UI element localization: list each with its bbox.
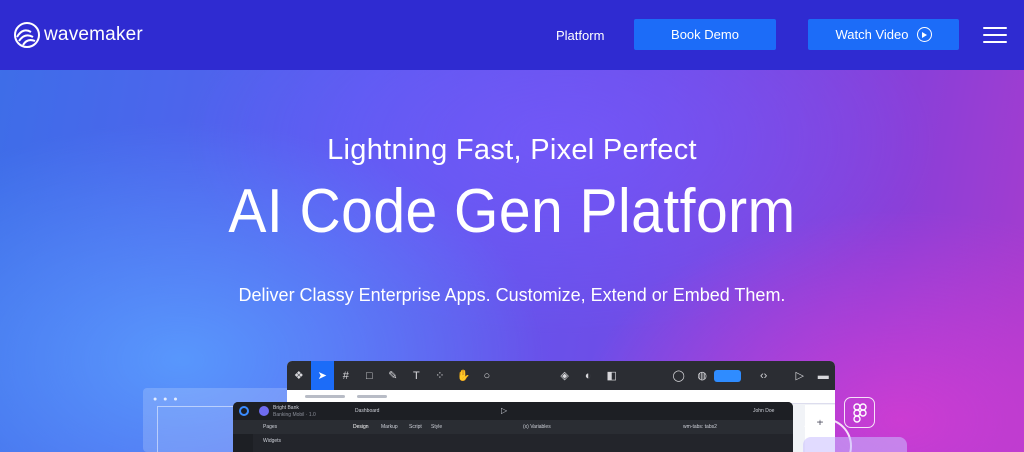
top-navbar: wavemaker Platform Book Demo Watch Video xyxy=(0,0,1024,70)
studio-editor-window: Bright Bank Banking Mobil · 1.0 Dashboar… xyxy=(233,402,793,452)
preview-icon[interactable]: ▷ xyxy=(501,406,507,415)
wavemaker-logo[interactable]: wavemaker xyxy=(12,20,143,50)
decorative-card xyxy=(803,437,907,452)
figma-icon xyxy=(844,397,875,428)
wavemaker-wave-icon xyxy=(14,22,40,48)
studio-tabs: Pages Design Markup Script Style (x) Var… xyxy=(233,420,793,434)
project-subtitle: Banking Mobil · 1.0 xyxy=(273,412,316,418)
play-circle-icon xyxy=(916,27,932,42)
nav-link-platform[interactable]: Platform xyxy=(556,28,604,43)
move-tool-icon[interactable]: ➤ xyxy=(310,361,335,390)
widget-path: wm-tabs: tabs2 xyxy=(683,424,717,430)
tab-markup[interactable]: Markup xyxy=(381,424,398,430)
hand-tool-icon[interactable]: ✋ xyxy=(452,361,476,390)
hero-description: Deliver Classy Enterprise Apps. Customiz… xyxy=(238,285,786,305)
zoom-control[interactable]: ▬ xyxy=(812,361,835,390)
tab-script[interactable]: Script xyxy=(409,424,422,430)
pen-tool-icon[interactable]: ✎ xyxy=(381,361,405,390)
frame-tool-icon[interactable]: # xyxy=(334,361,358,390)
book-demo-label: Book Demo xyxy=(671,27,739,42)
boolean-icon[interactable]: ◧ xyxy=(600,361,624,390)
figma-menu-icon[interactable]: ❖ xyxy=(287,361,311,390)
window-dots-icon: ● ● ● xyxy=(153,396,180,403)
tab-design[interactable]: Design xyxy=(353,424,369,430)
share-button[interactable] xyxy=(713,369,741,382)
globe-icon: ◍ xyxy=(697,370,707,382)
studio-logo-icon xyxy=(239,406,249,416)
book-demo-button[interactable]: Book Demo xyxy=(634,19,776,50)
watch-video-label: Watch Video xyxy=(835,27,909,42)
design-toolbar: ❖ ➤ # □ ✎ T ⁘ ✋ ○ ◈ ◐ ◧ ◯ ◍ ‹› ▷ ▬ xyxy=(287,361,835,390)
pages-label[interactable]: Pages xyxy=(263,424,277,430)
contrast-icon[interactable]: ◐ xyxy=(576,361,600,390)
logo-text: wavemaker xyxy=(44,24,143,45)
tab-style[interactable]: Style xyxy=(431,424,442,430)
page-selector[interactable]: Dashboard xyxy=(355,408,379,414)
rectangle-tool-icon[interactable]: □ xyxy=(358,361,382,390)
present-icon[interactable]: ▷ xyxy=(788,361,812,390)
hamburger-menu-icon[interactable] xyxy=(983,27,1007,43)
variables-button[interactable]: (x) Variables xyxy=(523,424,551,430)
studio-header: Bright Bank Banking Mobil · 1.0 Dashboar… xyxy=(233,402,793,420)
comment-tool-icon[interactable]: ○ xyxy=(475,361,499,390)
watch-video-button[interactable]: Watch Video xyxy=(808,19,959,50)
widgets-label[interactable]: Widgets xyxy=(263,438,281,444)
hero-title: AI Code Gen Platform xyxy=(228,177,796,246)
project-name: Bright Bank xyxy=(273,405,299,411)
user-name: John Doe xyxy=(753,408,775,414)
text-tool-icon[interactable]: T xyxy=(405,361,429,390)
hero-subtitle: Lightning Fast, Pixel Perfect xyxy=(327,134,697,166)
avatar-icon: ◯ xyxy=(672,370,685,382)
project-avatar xyxy=(259,406,269,416)
code-icon[interactable]: ‹› xyxy=(752,361,776,390)
component-icon[interactable]: ◈ xyxy=(553,361,577,390)
components-icon[interactable]: ⁘ xyxy=(428,361,452,390)
